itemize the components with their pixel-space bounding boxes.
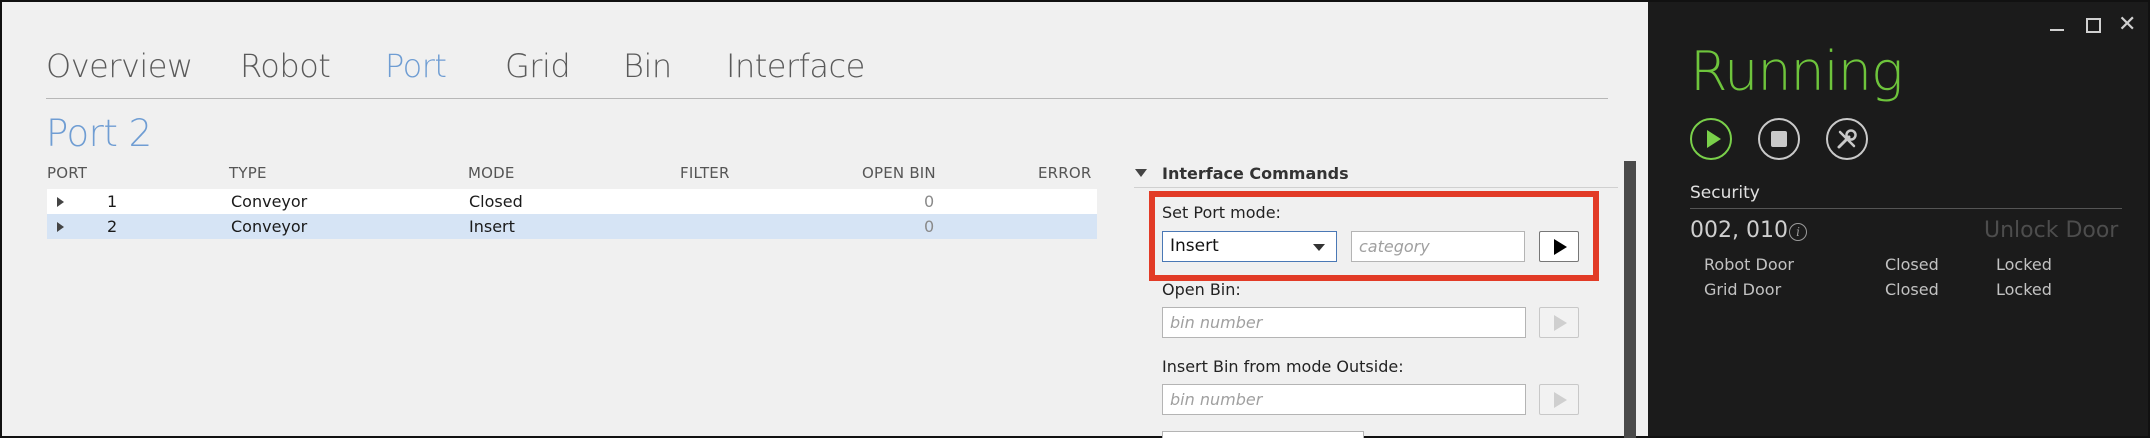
tab-overview[interactable]: Overview (46, 47, 193, 85)
tab-port[interactable]: Port (385, 47, 447, 85)
door-state: Closed (1885, 280, 1939, 299)
status-panel: ✕ Running Security 002, 010 i Unlock Doo… (1648, 2, 2148, 436)
insert-bin-run-button[interactable] (1539, 384, 1579, 415)
tab-bin[interactable]: Bin (623, 47, 672, 85)
security-id: 002, 010 (1690, 218, 1788, 243)
divider (1134, 187, 1618, 188)
play-icon (1707, 130, 1721, 148)
interface-commands-title: Interface Commands (1162, 164, 1349, 183)
cell-type: Conveyor (231, 217, 308, 236)
partial-field[interactable] (1162, 431, 1364, 438)
cell-open-bin: 0 (924, 217, 935, 236)
play-icon (1554, 315, 1567, 331)
door-lock: Locked (1996, 255, 2052, 274)
security-title: Security (1690, 183, 1760, 203)
column-header-mode[interactable]: MODE (468, 164, 515, 182)
page-title: Port 2 (46, 112, 152, 155)
tab-interface[interactable]: Interface (726, 47, 865, 85)
unlock-door-button[interactable]: Unlock Door (1984, 218, 2118, 243)
stop-icon (1771, 131, 1787, 147)
divider (1690, 208, 2122, 209)
set-port-mode-label: Set Port mode: (1162, 203, 1281, 222)
insert-bin-label: Insert Bin from mode Outside: (1162, 357, 1404, 376)
tools-icon (1837, 129, 1857, 149)
start-button[interactable] (1690, 118, 1732, 160)
column-header-filter[interactable]: FILTER (680, 164, 730, 182)
door-name: Robot Door (1704, 255, 1794, 274)
stop-button[interactable] (1758, 118, 1800, 160)
column-header-port[interactable]: PORT (47, 164, 87, 182)
tab-robot[interactable]: Robot (240, 47, 331, 85)
cell-mode: Insert (469, 217, 515, 236)
set-port-mode-run-button[interactable] (1539, 231, 1579, 262)
collapse-arrow-icon (1135, 169, 1147, 177)
cell-port: 1 (107, 192, 118, 211)
main-content: Overview Robot Port Grid Bin Interface P… (2, 2, 1648, 438)
play-icon (1554, 239, 1567, 255)
category-input[interactable]: category (1351, 231, 1525, 262)
open-bin-input[interactable]: bin number (1162, 307, 1526, 338)
table-row[interactable]: 1 Conveyor Closed 0 (47, 189, 1097, 214)
column-header-open-bin[interactable]: OPEN BIN (862, 164, 936, 182)
expand-arrow-icon[interactable] (57, 222, 64, 232)
system-status: Running (1690, 40, 1903, 103)
cell-mode: Closed (469, 192, 523, 211)
table-row[interactable]: 2 Conveyor Insert 0 (47, 214, 1097, 239)
port-mode-value: Insert (1170, 236, 1219, 256)
column-header-type[interactable]: TYPE (229, 164, 267, 182)
play-icon (1554, 392, 1567, 408)
tab-grid[interactable]: Grid (505, 47, 571, 85)
door-lock: Locked (1996, 280, 2052, 299)
cell-type: Conveyor (231, 192, 308, 211)
cell-port: 2 (107, 217, 118, 236)
close-icon[interactable]: ✕ (2118, 14, 2136, 36)
service-button[interactable] (1826, 118, 1868, 160)
scrollbar[interactable] (1624, 161, 1636, 438)
chevron-down-icon (1313, 244, 1325, 251)
minimize-icon[interactable] (2050, 29, 2064, 31)
open-bin-run-button[interactable] (1539, 307, 1579, 338)
port-mode-select[interactable]: Insert (1162, 231, 1337, 262)
door-name: Grid Door (1704, 280, 1782, 299)
tab-underline (46, 98, 1608, 99)
column-header-error[interactable]: ERROR (1038, 164, 1092, 182)
info-icon[interactable]: i (1789, 223, 1807, 241)
expand-arrow-icon[interactable] (57, 197, 64, 207)
door-state: Closed (1885, 255, 1939, 274)
open-bin-label: Open Bin: (1162, 280, 1241, 299)
maximize-icon[interactable] (2086, 18, 2101, 33)
cell-open-bin: 0 (924, 192, 935, 211)
insert-bin-input[interactable]: bin number (1162, 384, 1526, 415)
